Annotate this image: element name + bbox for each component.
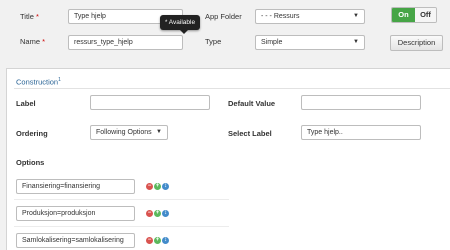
option-input[interactable]: Produksjon=produksjon xyxy=(16,206,135,221)
app-folder-select[interactable]: - - - Ressurs ▼ xyxy=(255,9,365,24)
chevron-down-icon: ▼ xyxy=(156,129,162,135)
ordering-select[interactable]: Following Options ▼ xyxy=(90,125,168,140)
tooltip-arrow xyxy=(180,30,188,34)
description-button[interactable]: Description xyxy=(390,35,443,51)
option-divider xyxy=(14,226,229,227)
status-toggle[interactable]: On Off xyxy=(391,7,437,23)
label-input[interactable] xyxy=(90,95,210,110)
name-input[interactable]: ressurs_type_hjelp xyxy=(68,35,183,50)
options-label: Options xyxy=(16,158,45,167)
add-option-icon[interactable]: + xyxy=(154,210,161,217)
chevron-down-icon: ▼ xyxy=(353,39,359,45)
option-input[interactable]: Finansiering=finansiering xyxy=(16,179,135,194)
toggle-off-option[interactable]: Off xyxy=(415,8,436,22)
section-divider xyxy=(14,88,450,89)
construction-title: Construction1 xyxy=(16,77,61,87)
move-option-icon[interactable]: ↕ xyxy=(162,210,169,217)
default-value-input[interactable] xyxy=(301,95,421,110)
label-field-label: Label xyxy=(16,99,36,108)
option-controls: − + ↕ xyxy=(146,183,169,190)
type-label: Type xyxy=(205,37,222,46)
remove-option-icon[interactable]: − xyxy=(146,237,153,244)
toggle-on-option[interactable]: On xyxy=(392,8,415,22)
default-value-label: Default Value xyxy=(228,99,276,108)
select-label-label: Select Label xyxy=(228,129,272,138)
option-divider xyxy=(14,199,229,200)
option-controls: − + ↕ xyxy=(146,210,169,217)
option-input[interactable]: Samlokalisering=samlokalisering xyxy=(16,233,135,248)
name-label: Name * xyxy=(20,37,46,46)
title-label: Title * xyxy=(20,12,39,21)
remove-option-icon[interactable]: − xyxy=(146,183,153,190)
app-folder-label: App Folder xyxy=(205,12,242,21)
remove-option-icon[interactable]: − xyxy=(146,210,153,217)
move-option-icon[interactable]: ↕ xyxy=(162,237,169,244)
chevron-down-icon: ▼ xyxy=(353,13,359,19)
add-option-icon[interactable]: + xyxy=(154,237,161,244)
move-option-icon[interactable]: ↕ xyxy=(162,183,169,190)
select-label-input[interactable]: Type hjelp.. xyxy=(301,125,421,140)
add-option-icon[interactable]: + xyxy=(154,183,161,190)
ordering-label: Ordering xyxy=(16,129,48,138)
type-select[interactable]: Simple ▼ xyxy=(255,35,365,50)
availability-tooltip: * Available xyxy=(160,15,201,30)
option-controls: − + ↕ xyxy=(146,237,169,244)
